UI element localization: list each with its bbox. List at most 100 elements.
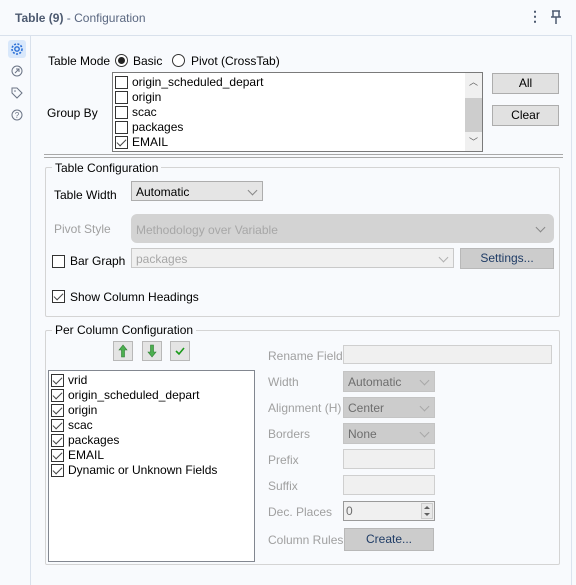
list-item-label: origin <box>68 403 98 417</box>
group-by-scrollbar[interactable]: ︿ ﹀ <box>465 73 482 151</box>
pin-icon[interactable] <box>549 9 563 25</box>
gear-icon[interactable] <box>8 40 26 58</box>
field-checkbox[interactable] <box>51 464 64 477</box>
field-checkbox[interactable] <box>51 449 64 462</box>
checkmark-icon <box>175 347 185 356</box>
field-checkbox[interactable] <box>51 374 64 387</box>
list-item-label: origin <box>132 90 162 104</box>
alignment-select[interactable]: Center <box>343 397 435 418</box>
group-by-checkbox[interactable] <box>115 76 128 89</box>
alignment-value: Center <box>348 401 385 415</box>
width-label: Width <box>268 375 299 389</box>
scroll-down-icon[interactable]: ﹀ <box>465 135 482 149</box>
divider <box>44 154 563 155</box>
borders-value: None <box>348 427 377 441</box>
dec-places-value: 0 <box>346 504 353 518</box>
tool-name: Table (9) <box>15 11 64 25</box>
svg-text:?: ? <box>15 111 20 120</box>
list-item-label: scac <box>68 418 93 432</box>
column-rules-label: Column Rules <box>268 533 344 547</box>
kebab-menu-icon[interactable]: ⋮ <box>528 9 542 25</box>
column-fields-list[interactable]: vrid origin_scheduled_depart origin scac… <box>48 370 255 562</box>
suffix-input[interactable] <box>343 475 435 495</box>
dec-places-label: Dec. Places <box>268 505 333 519</box>
bar-graph-field-value: packages <box>136 252 188 266</box>
bar-graph-checkbox[interactable] <box>52 255 65 268</box>
group-by-checkbox[interactable] <box>115 91 128 104</box>
list-item-label: EMAIL <box>68 448 105 462</box>
configuration-panel: Table (9) - Configuration ⋮ ? Table Mode… <box>0 0 572 585</box>
group-by-list[interactable]: origin_scheduled_depart origin scac pack… <box>112 72 483 152</box>
radio-pivot[interactable] <box>172 54 185 67</box>
settings-button[interactable]: Settings... <box>460 248 554 269</box>
field-checkbox[interactable] <box>51 434 64 447</box>
spin-up-icon[interactable] <box>424 506 430 509</box>
clear-button[interactable]: Clear <box>492 105 559 126</box>
tag-icon[interactable] <box>9 85 25 101</box>
chevron-down-icon <box>247 185 258 196</box>
per-column-configuration-title: Per Column Configuration <box>52 323 197 337</box>
table-width-value: Automatic <box>136 185 190 199</box>
list-item-label: Dynamic or Unknown Fields <box>68 463 218 477</box>
borders-select[interactable]: None <box>343 423 435 444</box>
prefix-label: Prefix <box>268 453 299 467</box>
arrow-down-icon <box>147 344 157 358</box>
pivot-style-label: Pivot Style <box>54 222 111 236</box>
field-checkbox[interactable] <box>51 389 64 402</box>
bar-graph-field-select[interactable]: packages <box>131 248 454 268</box>
create-rules-button[interactable]: Create... <box>344 528 434 551</box>
alignment-label: Alignment (H) <box>268 401 342 415</box>
help-icon[interactable]: ? <box>9 107 25 123</box>
show-column-headings-label[interactable]: Show Column Headings <box>70 290 199 304</box>
list-item-label: origin_scheduled_depart <box>132 75 264 89</box>
title-suffix: - Configuration <box>63 11 146 25</box>
group-by-checkbox[interactable] <box>115 106 128 119</box>
table-mode-label: Table Mode <box>48 54 111 68</box>
arrow-circle-icon[interactable] <box>9 63 25 79</box>
move-up-button[interactable] <box>113 341 133 361</box>
scroll-thumb[interactable] <box>465 98 482 132</box>
show-column-headings-checkbox[interactable] <box>52 290 65 303</box>
field-checkbox[interactable] <box>51 419 64 432</box>
spin-down-icon[interactable] <box>424 513 430 516</box>
rename-field-input[interactable] <box>343 345 552 364</box>
table-width-select[interactable]: Automatic <box>131 181 263 201</box>
list-item-label: origin_scheduled_depart <box>68 388 200 402</box>
width-select[interactable]: Automatic <box>343 371 435 392</box>
chevron-down-icon <box>438 252 449 263</box>
group-by-checkbox[interactable] <box>115 121 128 134</box>
sidebar: ? <box>0 36 31 585</box>
group-by-label: Group By <box>47 106 98 120</box>
arrow-up-icon <box>118 344 128 358</box>
group-by-checkbox[interactable] <box>115 136 128 149</box>
move-down-button[interactable] <box>142 341 162 361</box>
chevron-down-icon <box>419 427 430 438</box>
list-item-label: scac <box>132 105 157 119</box>
dec-places-stepper[interactable]: 0 <box>343 501 435 521</box>
list-item-label: packages <box>68 433 120 447</box>
pivot-style-select[interactable]: Methodology over Variable <box>131 214 554 243</box>
table-width-label: Table Width <box>54 188 117 202</box>
pivot-style-value: Methodology over Variable <box>136 223 278 237</box>
suffix-label: Suffix <box>268 479 298 493</box>
bar-graph-label[interactable]: Bar Graph <box>70 254 125 268</box>
prefix-input[interactable] <box>343 449 435 469</box>
check-all-button[interactable] <box>170 341 190 361</box>
width-value: Automatic <box>348 375 402 389</box>
scroll-up-icon[interactable]: ︿ <box>465 75 482 89</box>
field-checkbox[interactable] <box>51 404 64 417</box>
rename-field-label: Rename Field <box>268 349 343 363</box>
radio-basic[interactable] <box>115 54 128 67</box>
panel-title: Table (9) - Configuration <box>15 11 146 25</box>
list-item-label: EMAIL <box>132 135 169 149</box>
list-item-label: packages <box>132 120 184 134</box>
table-configuration-title: Table Configuration <box>52 161 162 175</box>
radio-basic-label[interactable]: Basic <box>133 54 162 68</box>
list-item-label: vrid <box>68 373 88 387</box>
spinner[interactable] <box>421 503 433 519</box>
chevron-down-icon <box>535 222 546 233</box>
chevron-down-icon <box>419 375 430 386</box>
radio-pivot-label[interactable]: Pivot (CrossTab) <box>191 54 280 68</box>
borders-label: Borders <box>268 427 311 441</box>
all-button[interactable]: All <box>492 73 559 94</box>
